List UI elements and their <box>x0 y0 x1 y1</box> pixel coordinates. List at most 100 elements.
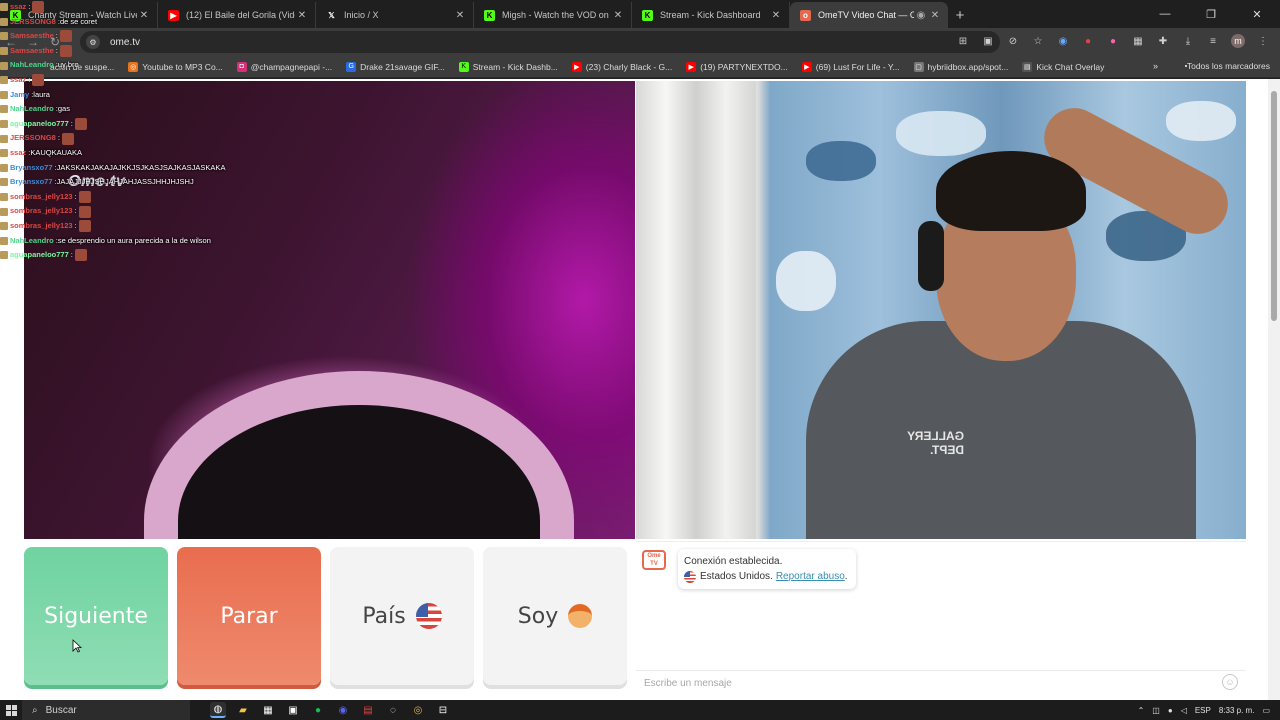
close-icon[interactable]: ✕ <box>295 10 309 21</box>
chat-message: JAKSKAKJAKAJAJKKJSJKASJSAJKASJASKAKA <box>56 162 226 172</box>
language-indicator[interactable]: ESP <box>1195 706 1211 715</box>
chat-separator: : <box>28 2 31 11</box>
reading-list-icon[interactable]: ≡ <box>1206 34 1220 48</box>
wallpaper-camo <box>776 251 836 311</box>
profile-avatar[interactable]: m <box>1231 34 1245 48</box>
bookmark-item[interactable]: ▤ Kick Chat Overlay <box>1022 61 1104 72</box>
taskbar-search[interactable]: ⌕ Buscar <box>22 700 190 720</box>
bookmark-item[interactable]: ▢ hybriidbox.app/spot... <box>913 61 1008 72</box>
bookmark-item[interactable]: ◘ @champagnepapi -... <box>236 61 333 72</box>
download-icon[interactable]: ⤓ <box>1181 34 1195 48</box>
close-icon[interactable]: ✕ <box>611 10 625 21</box>
chat-badge-icon <box>0 193 8 202</box>
search-icon: ⌕ <box>32 704 38 716</box>
partner-country-row: Estados Unidos. Reportar abuso. <box>684 569 848 584</box>
wallpaper-camo <box>806 141 876 181</box>
chat-username: Jamy <box>10 89 30 99</box>
extension-pink-icon[interactable]: ● <box>1106 34 1120 48</box>
chat-line: ssaz: <box>0 73 240 88</box>
chat-line: JERSSONG8: <box>0 131 240 146</box>
bookmark-label: Drake 21savage GIF... <box>360 61 445 72</box>
calendar-icon[interactable]: ▦ <box>260 702 276 718</box>
extension-red-icon[interactable]: ● <box>1081 34 1095 48</box>
file-explorer-icon[interactable]: ▰ <box>235 702 251 718</box>
clock[interactable]: 8:33 p. m. <box>1219 706 1255 715</box>
bookmark-label: @champagnepapi -... <box>250 61 333 72</box>
obs-icon[interactable]: ◌ <box>385 702 401 718</box>
country-filter-button[interactable]: País <box>330 547 474 685</box>
chrome-icon[interactable]: ◍ <box>210 702 226 718</box>
chat-line: NahLeandro: gas <box>0 102 240 117</box>
chat-badge-icon <box>0 149 8 158</box>
new-tab-button[interactable]: + <box>948 2 972 28</box>
discord-icon[interactable]: ◉ <box>335 702 351 718</box>
chat-badge-icon <box>0 251 8 260</box>
kick-icon: K <box>458 61 469 72</box>
ometv-icon: o <box>800 9 811 21</box>
app-yellow-icon[interactable]: ◎ <box>410 702 426 718</box>
cast-icon[interactable]: ▣ <box>981 34 995 48</box>
emoji-icon[interactable]: ☺ <box>1222 674 1238 690</box>
extension-audio-icon[interactable]: ◉ <box>1056 34 1070 48</box>
tray-overflow-icon[interactable]: ⌃ <box>1138 706 1145 715</box>
tab-4[interactable]: K Stream - Kick Dashboard ✕ <box>632 2 790 28</box>
bookmark-item[interactable]: ▶ (23) Charly Black - G... <box>571 61 672 72</box>
eye-off-icon[interactable]: ⊘ <box>1006 34 1020 48</box>
spotify-icon[interactable]: ● <box>310 702 326 718</box>
report-abuse-link[interactable]: Reportar abuso <box>776 569 845 584</box>
menu-kebab-icon[interactable]: ⋮ <box>1256 34 1270 48</box>
bookmark-item[interactable]: K Stream - Kick Dashb... <box>458 61 558 72</box>
bookmark-item[interactable]: ▶ (19) PARTYNEXTDO... <box>686 61 788 72</box>
close-icon[interactable]: ✕ <box>928 10 942 21</box>
close-window-icon[interactable]: ✕ <box>1234 0 1280 28</box>
chat-badge-icon <box>0 178 8 187</box>
chat-separator: : <box>55 45 58 55</box>
bookmark-item[interactable]: G Drake 21savage GIF... <box>346 61 445 72</box>
stop-button[interactable]: Parar <box>177 547 321 685</box>
network-icon[interactable]: ◫ <box>1152 706 1160 715</box>
terminal-icon[interactable]: ▣ <box>285 702 301 718</box>
person-hair <box>936 151 1086 231</box>
chat-badge-icon <box>0 90 8 99</box>
chat-badge-icon <box>0 3 8 12</box>
shirt-print: GALLERY DEPT. <box>907 429 964 457</box>
close-icon[interactable]: ✕ <box>769 10 783 21</box>
microphone-icon[interactable]: ● <box>1168 706 1173 715</box>
system-message: Conexión establecida. Estados Unidos. Re… <box>678 549 856 589</box>
chat-username: sombras_jelly123 <box>10 220 73 230</box>
tab-3[interactable]: K Migsh - Watch the VOD on Kick ✕ <box>474 2 632 28</box>
all-bookmarks-button[interactable]: Todos los marcadores <box>1184 61 1270 71</box>
restore-icon[interactable]: ❐ <box>1188 0 1234 28</box>
system-tray: ⌃ ◫ ● ◁ ESP 8:33 p. m. ▭ <box>1138 700 1280 720</box>
next-button[interactable]: Siguiente <box>24 547 168 685</box>
tab-5[interactable]: o OmeTV Video Chat — Ome ◉ ✕ <box>790 2 948 28</box>
bookmark-item[interactable]: ▶ (69) Lust For Life - Y... <box>801 61 900 72</box>
scrollbar-thumb[interactable] <box>1271 91 1277 321</box>
chat-badge-icon <box>0 76 8 85</box>
chat-line: NahLeandro: uy bro <box>0 58 240 73</box>
close-icon[interactable]: ✕ <box>453 10 467 21</box>
chat-emote-icon <box>32 1 45 14</box>
start-button[interactable] <box>0 704 22 716</box>
bookmarks-overflow[interactable]: » <box>1153 61 1158 71</box>
tab-2[interactable]: 𝕏 Inicio / X ✕ <box>316 2 474 28</box>
curtain <box>636 81 756 539</box>
bookmark-label: (19) PARTYNEXTDO... <box>700 61 788 72</box>
notifications-icon[interactable]: ▭ <box>1262 706 1270 715</box>
chat-badge-icon <box>0 32 8 41</box>
extensions-puzzle-icon[interactable]: ✚ <box>1156 34 1170 48</box>
chat-separator: : <box>70 118 73 128</box>
chat-username: JERSSONG8 <box>10 16 56 26</box>
page-scrollbar[interactable] <box>1268 79 1280 700</box>
extension-game-icon[interactable]: ▦ <box>1131 34 1145 48</box>
minimize-icon[interactable]: — <box>1142 0 1188 28</box>
mouse-cursor-icon <box>72 639 82 653</box>
volume-icon[interactable]: ◁ <box>1181 706 1187 715</box>
chat-badge-icon <box>0 207 8 216</box>
message-input[interactable]: Escribe un mensaje <box>636 670 1246 694</box>
gender-filter-button[interactable]: Soy <box>483 547 627 685</box>
bookmark-star-icon[interactable]: ☆ <box>1031 34 1045 48</box>
translate-icon[interactable]: ⊞ <box>956 34 970 48</box>
obs-record-icon[interactable]: ▤ <box>360 702 376 718</box>
app-minus-icon[interactable]: ⊟ <box>435 702 451 718</box>
